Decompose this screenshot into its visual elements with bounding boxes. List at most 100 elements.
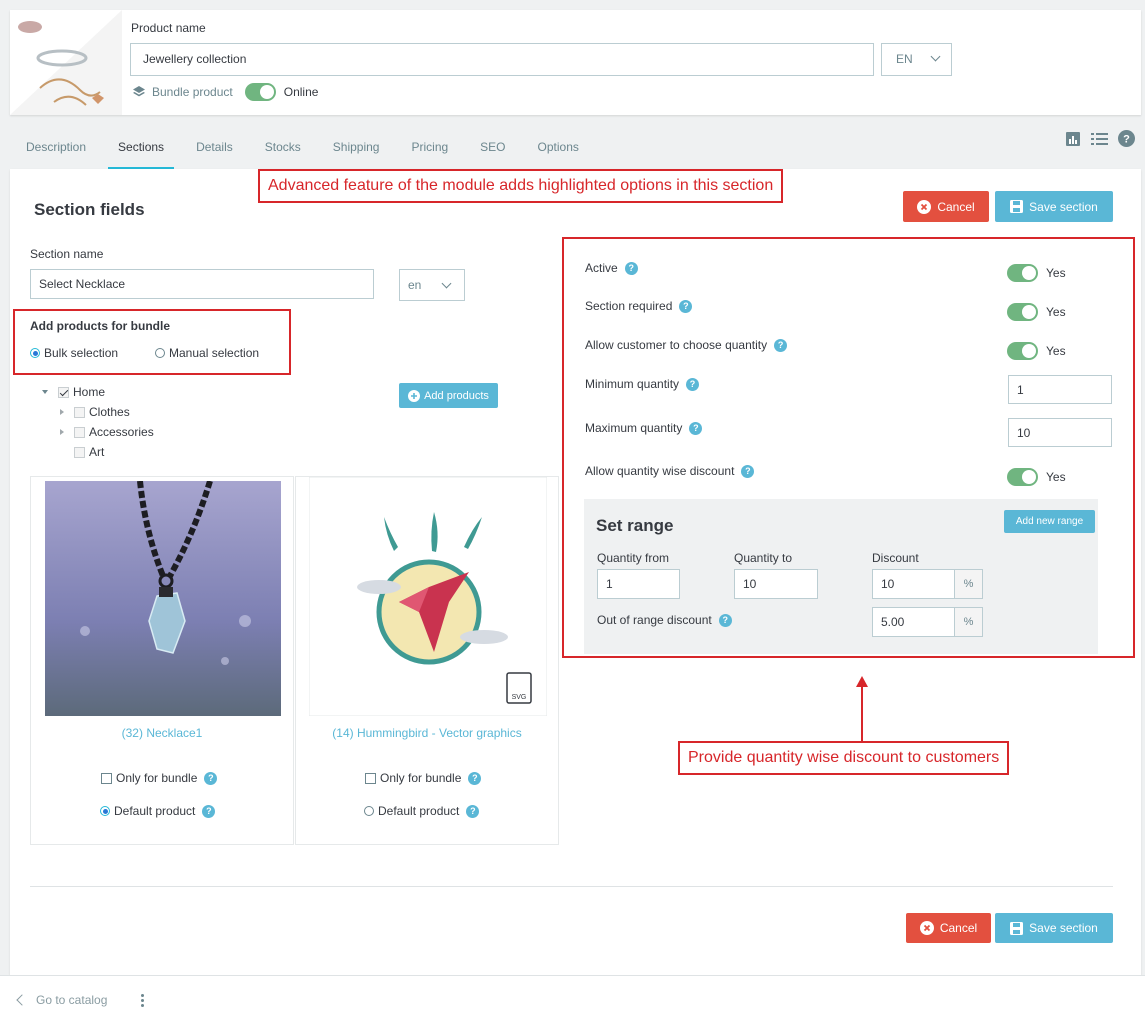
help-icon: ? — [741, 464, 755, 478]
help-icon: ? — [718, 613, 732, 627]
tab-description[interactable]: Description — [16, 131, 96, 169]
list-icon[interactable] — [1091, 130, 1108, 147]
percent-addon: % — [955, 569, 983, 599]
product-card: (32) Necklace1 Only for bundle ? Default… — [30, 476, 294, 845]
help-icon: ? — [466, 804, 480, 818]
only-for-bundle-checkbox[interactable]: Only for bundle ? — [101, 771, 218, 785]
svg-text:?: ? — [1123, 134, 1130, 146]
checkbox-checked[interactable] — [58, 386, 69, 398]
language-value: EN — [896, 52, 913, 66]
tab-options[interactable]: Options — [528, 131, 589, 169]
cancel-button-bottom[interactable]: Cancel — [906, 913, 991, 943]
chevron-down-icon — [930, 51, 941, 62]
help-icon: ? — [679, 299, 693, 313]
checkbox[interactable] — [74, 406, 85, 418]
yes-label: Yes — [1046, 470, 1066, 484]
choose-quantity-setting: Allow customer to choose quantity ? — [585, 338, 788, 352]
save-icon — [1010, 921, 1024, 935]
language-dropdown[interactable]: EN — [881, 43, 952, 76]
svg-text:SVG: SVG — [512, 694, 527, 701]
tab-pricing[interactable]: Pricing — [401, 131, 458, 169]
go-to-catalog-link[interactable]: Go to catalog — [16, 993, 107, 1007]
discount-input[interactable]: 10 — [872, 569, 955, 599]
quantity-to-input[interactable]: 10 — [734, 569, 818, 599]
tree-label: Clothes — [89, 405, 130, 419]
hummingbird-image: SVG — [309, 477, 547, 716]
active-toggle[interactable] — [1007, 264, 1038, 282]
add-products-label: Add products — [424, 389, 489, 402]
section-card: Advanced feature of the module adds high… — [10, 169, 1141, 975]
save-section-button-bottom[interactable]: Save section — [995, 913, 1113, 943]
tab-shipping[interactable]: Shipping — [323, 131, 390, 169]
only-for-bundle-checkbox[interactable]: Only for bundle ? — [365, 771, 482, 785]
quantity-from-input[interactable]: 1 — [597, 569, 680, 599]
checkbox[interactable] — [74, 426, 85, 438]
choose-qty-toggle-row: Yes — [1007, 342, 1066, 360]
annotation-arrow — [856, 676, 868, 744]
stats-icon[interactable] — [1064, 130, 1081, 147]
plus-circle-icon — [408, 389, 421, 402]
necklace-image — [45, 481, 281, 716]
divider — [30, 886, 1113, 887]
percent-addon: % — [955, 607, 983, 637]
jewellery-image — [18, 21, 104, 106]
choose-quantity-toggle[interactable] — [1007, 342, 1038, 360]
tab-stocks[interactable]: Stocks — [255, 131, 311, 169]
product-type-label: Bundle product — [152, 85, 233, 99]
online-toggle[interactable] — [244, 83, 276, 101]
out-of-range-input[interactable]: 5.00 — [872, 607, 955, 637]
help-icon: ? — [468, 771, 482, 785]
chevron-left-icon — [16, 994, 28, 1006]
add-new-range-button[interactable]: Add new range — [1004, 510, 1095, 533]
product-name-label: Product name — [131, 21, 206, 35]
tab-details[interactable]: Details — [186, 131, 243, 169]
section-required-setting: Section required ? — [585, 299, 693, 313]
tree-item-accessories[interactable]: Accessories — [60, 425, 154, 439]
radio-checked — [30, 348, 40, 358]
default-product-radio[interactable]: Default product ? — [364, 804, 480, 818]
bulk-selection-radio[interactable]: Bulk selection — [30, 346, 118, 360]
tree-item-art[interactable]: Art — [74, 445, 104, 459]
page-title: Section fields — [34, 200, 145, 219]
qty-discount-label: Allow quantity wise discount — [585, 464, 735, 478]
online-label: Online — [283, 85, 319, 99]
cancel-icon — [919, 921, 934, 935]
qty-discount-toggle-row: Yes — [1007, 468, 1066, 486]
max-quantity-setting: Maximum quantity ? — [585, 421, 703, 435]
product-name-input[interactable]: Jewellery collection — [130, 43, 874, 76]
save-label: Save section — [1029, 921, 1098, 935]
product-name-link[interactable]: (32) Necklace1 — [31, 726, 293, 740]
checkbox[interactable] — [365, 772, 376, 784]
tree-item-clothes[interactable]: Clothes — [60, 405, 130, 419]
only-for-bundle-label: Only for bundle — [380, 771, 462, 785]
tree-item-home[interactable]: Home — [42, 385, 105, 399]
min-quantity-input[interactable]: 1 — [1008, 375, 1112, 404]
add-products-button[interactable]: Add products — [399, 383, 498, 408]
help-icon[interactable]: ? — [1118, 130, 1135, 147]
section-language-dropdown[interactable]: en — [399, 269, 465, 301]
checkbox[interactable] — [101, 772, 112, 784]
set-range-panel: Set range Add new range Quantity from Qu… — [584, 499, 1098, 654]
quantity-from-label: Quantity from — [597, 551, 670, 565]
set-range-title: Set range — [596, 516, 674, 535]
annotation-bottom: Provide quantity wise discount to custom… — [678, 741, 1010, 775]
manual-selection-radio[interactable]: Manual selection — [155, 346, 259, 360]
max-quantity-input[interactable]: 10 — [1008, 418, 1112, 447]
min-quantity-setting: Minimum quantity ? — [585, 377, 700, 391]
collapse-icon — [60, 409, 64, 415]
annotation-top: Advanced feature of the module adds high… — [258, 169, 784, 203]
chevron-down-icon — [441, 278, 452, 289]
qty-discount-toggle[interactable] — [1007, 468, 1038, 486]
cancel-button[interactable]: Cancel — [903, 191, 989, 222]
help-icon: ? — [624, 261, 638, 275]
choose-quantity-label: Allow customer to choose quantity — [585, 338, 768, 352]
section-name-input[interactable]: Select Necklace — [30, 269, 374, 299]
product-name-link[interactable]: (14) Hummingbird - Vector graphics — [296, 726, 558, 740]
checkbox[interactable] — [74, 446, 85, 458]
tab-seo[interactable]: SEO — [470, 131, 515, 169]
more-vertical-icon[interactable] — [141, 994, 144, 1007]
default-product-radio[interactable]: Default product ? — [100, 804, 216, 818]
save-section-button[interactable]: Save section — [995, 191, 1113, 222]
tab-sections[interactable]: Sections — [108, 131, 175, 169]
section-required-toggle[interactable] — [1007, 303, 1038, 321]
